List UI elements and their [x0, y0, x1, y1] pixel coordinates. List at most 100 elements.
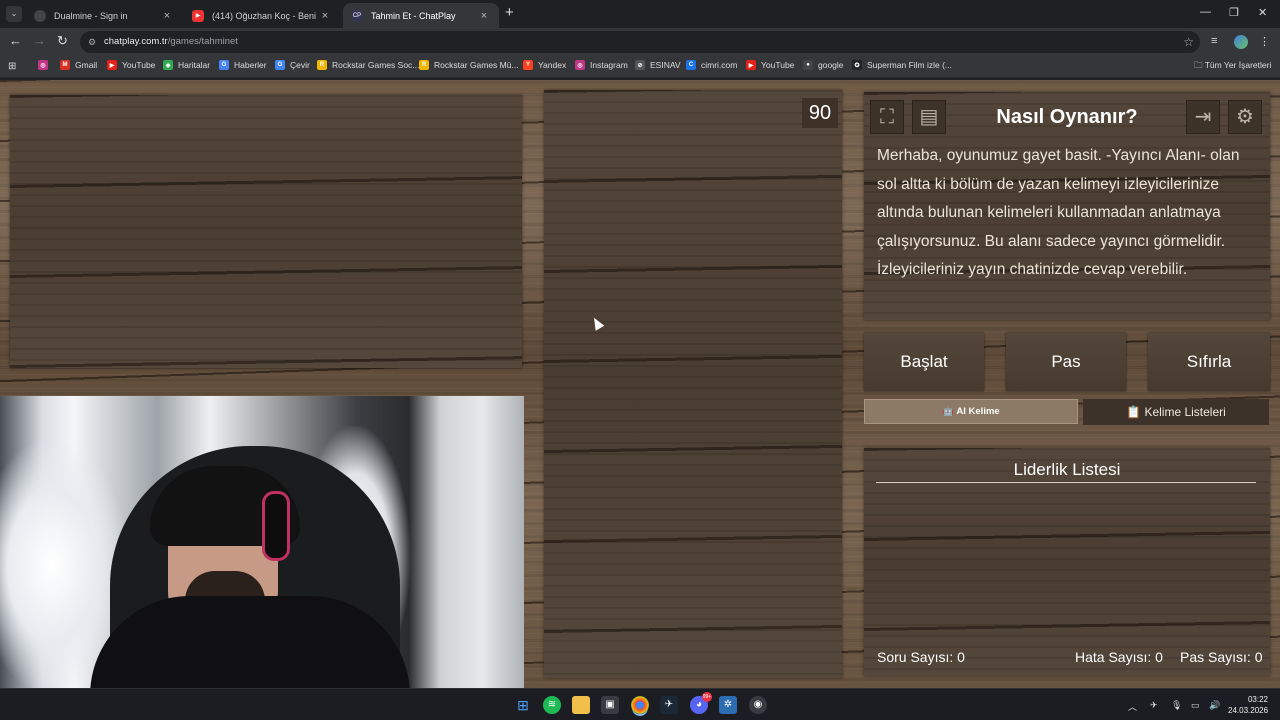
tab-title: (414) Oğuzhan Koç - Beni İyi Sa — [212, 10, 318, 21]
bookmark-label: Haberler — [234, 60, 267, 70]
forward-icon[interactable]: → — [33, 34, 46, 48]
bookmark-label: Superman Film izle (... — [867, 60, 953, 70]
bookmark-favicon-icon: ⊘ — [635, 60, 645, 70]
bookmark-item[interactable]: ◆ Haritalar — [163, 60, 210, 70]
pass-count: Pas Sayısı: 0 — [1180, 649, 1263, 665]
word-lists-button[interactable]: 📋 Kelime Listeleri — [1083, 399, 1269, 425]
folder-icon: 🗀 — [1194, 60, 1205, 70]
bookmark-star-icon[interactable]: ☆ — [1183, 31, 1194, 53]
chrome-icon[interactable] — [631, 696, 649, 714]
bookmark-item[interactable]: ▶ YouTube — [746, 60, 794, 70]
start-button[interactable]: Başlat — [864, 333, 984, 391]
reset-button[interactable]: Sıfırla — [1148, 333, 1270, 391]
spotify-icon[interactable]: ≋ — [543, 696, 561, 714]
system-clock[interactable]: 03:22 24.03.2026 — [1228, 694, 1268, 716]
all-bookmarks-button[interactable]: 🗀 Tüm Yer İşaretleri — [1194, 60, 1271, 74]
pass-button[interactable]: Pas — [1006, 333, 1126, 391]
bookmark-instagram-icon[interactable]: ◎ — [38, 60, 53, 70]
site-info-icon[interactable]: ⚙ — [88, 31, 96, 53]
bookmark-label: cimri.com — [701, 60, 738, 70]
bookmark-label: Haritalar — [178, 60, 211, 70]
tab-chatplay[interactable]: CP Tahmin Et - ChatPlay × — [343, 3, 499, 28]
how-to-play-title: Nasıl Oynanır? — [996, 106, 1138, 128]
close-window-icon[interactable]: ✕ — [1258, 6, 1267, 19]
bookmark-favicon-icon: M — [60, 60, 70, 70]
how-to-play-text: Merhaba, oyunumuz gayet basit. -Yayıncı … — [877, 147, 1240, 278]
bookmark-item[interactable]: G Haberler — [219, 60, 267, 70]
bookmark-favicon-icon: R — [419, 60, 429, 70]
back-icon[interactable]: ← — [9, 34, 22, 48]
clock-time: 03:22 — [1247, 695, 1268, 704]
address-bar[interactable]: ⚙ chatplay.com.tr/games/tahminet ☆ — [80, 31, 1200, 53]
bookmark-item[interactable]: G Çevir — [275, 60, 310, 70]
steam-tray-icon[interactable]: ✈ — [1150, 700, 1158, 711]
close-tab-icon[interactable]: × — [477, 10, 491, 22]
tab-dualmine[interactable]: Dualmine - Sign in × — [26, 3, 182, 28]
close-tab-icon[interactable]: × — [160, 10, 174, 22]
bookmark-item[interactable]: Ccimri.com — [686, 60, 737, 70]
tab-title: Tahmin Et - ChatPlay — [371, 10, 456, 21]
bookmark-favicon-icon: G — [219, 60, 229, 70]
steam-icon[interactable]: ✈ — [660, 696, 678, 714]
bookmark-favicon-icon: ▶ — [107, 60, 117, 70]
new-tab-button[interactable]: + — [505, 5, 514, 21]
word-list-panel — [544, 90, 842, 678]
reload-icon[interactable]: ↻ — [57, 34, 68, 48]
bookmark-item[interactable]: R Rockstar Games Mü... — [419, 60, 519, 70]
countdown-timer: 90 — [802, 98, 838, 128]
bookmark-item[interactable]: ⊘ ESINAV — [635, 60, 681, 70]
tab-strip: ⌄ Dualmine - Sign in × ▶ (414) Oğuzhan K… — [0, 0, 1280, 28]
bookmark-label: YouTube — [761, 60, 795, 70]
apps-grid-icon[interactable]: ⊞ — [8, 61, 16, 72]
microphone-icon[interactable]: 🎙 — [1171, 700, 1182, 711]
bookmark-item[interactable]: ◎ Instagram — [575, 60, 628, 70]
bookmark-label: Instagram — [590, 60, 628, 70]
bookmark-favicon-icon: ◎ — [575, 60, 585, 70]
settings-app-icon[interactable]: ✲ — [719, 696, 737, 714]
clock-date: 24.03.2026 — [1228, 706, 1269, 715]
ai-word-button[interactable]: 🤖 AI Kelime — [864, 399, 1078, 424]
bookmark-item[interactable]: ▶ YouTube — [107, 60, 155, 70]
divider — [876, 482, 1256, 483]
tab-search-list-icon[interactable]: ≡ — [1211, 35, 1217, 47]
question-count: Soru Sayısı: 0 — [877, 649, 965, 665]
tab-youtube[interactable]: ▶ (414) Oğuzhan Koç - Beni İyi Sa × — [184, 3, 340, 28]
minimize-icon[interactable]: — — [1200, 6, 1211, 18]
bookmark-item[interactable]: M Gmail — [60, 60, 97, 70]
bookmark-item[interactable]: ✪ Superman Film izle (... — [852, 60, 952, 70]
browser-toolbar: ← → ↻ ⚙ chatplay.com.tr/games/tahminet ☆… — [0, 28, 1280, 56]
bookmark-item[interactable]: ● google — [803, 60, 844, 70]
shield-icon — [34, 9, 46, 22]
chatplay-icon: CP — [351, 9, 363, 22]
bookmark-favicon-icon: ● — [803, 60, 813, 70]
tab-search-icon[interactable]: ⌄ — [6, 6, 22, 22]
bookmark-label: google — [818, 60, 844, 70]
tab-title: Dualmine - Sign in — [54, 10, 128, 21]
close-tab-icon[interactable]: × — [318, 10, 332, 22]
url-path: /games/tahminet — [167, 36, 238, 47]
bookmark-favicon-icon: C — [686, 60, 696, 70]
profile-avatar[interactable] — [1234, 35, 1248, 49]
bookmark-label: Gmail — [75, 60, 98, 70]
bookmark-label: Rockstar Games Mü... — [434, 60, 519, 70]
notification-badge: 99+ — [702, 692, 712, 702]
restore-icon[interactable]: ❐ — [1229, 6, 1239, 19]
bookmark-item[interactable]: R Rockstar Games Soc... — [317, 60, 419, 70]
bookmark-label: YouTube — [122, 60, 156, 70]
store-icon[interactable]: ▣ — [601, 696, 619, 714]
windows-start-icon[interactable]: ⊞ — [514, 696, 532, 714]
settings-gear-icon[interactable]: ⚙ — [1228, 100, 1262, 134]
bookmark-favicon-icon: ✪ — [852, 60, 862, 70]
network-icon[interactable]: ▭ — [1191, 700, 1200, 711]
file-explorer-icon[interactable] — [572, 696, 590, 714]
volume-icon[interactable]: 🔊 — [1209, 700, 1220, 711]
fullscreen-icon[interactable]: ⛶ — [870, 100, 904, 134]
obs-icon[interactable]: ◉ — [749, 696, 767, 714]
menu-icon[interactable]: ⋮ — [1259, 35, 1270, 48]
bookmark-label: Yandex — [538, 60, 567, 70]
bookmark-favicon-icon: G — [275, 60, 285, 70]
tray-overflow-icon[interactable]: ︿ — [1128, 700, 1137, 713]
webcam-feed — [0, 396, 524, 688]
bookmarks-bar: ⊞ ◎ M Gmail ▶ YouTube ◆ Haritalar G Haberler G Çe… — [0, 56, 1280, 78]
bookmark-item[interactable]: Y Yandex — [523, 60, 566, 70]
